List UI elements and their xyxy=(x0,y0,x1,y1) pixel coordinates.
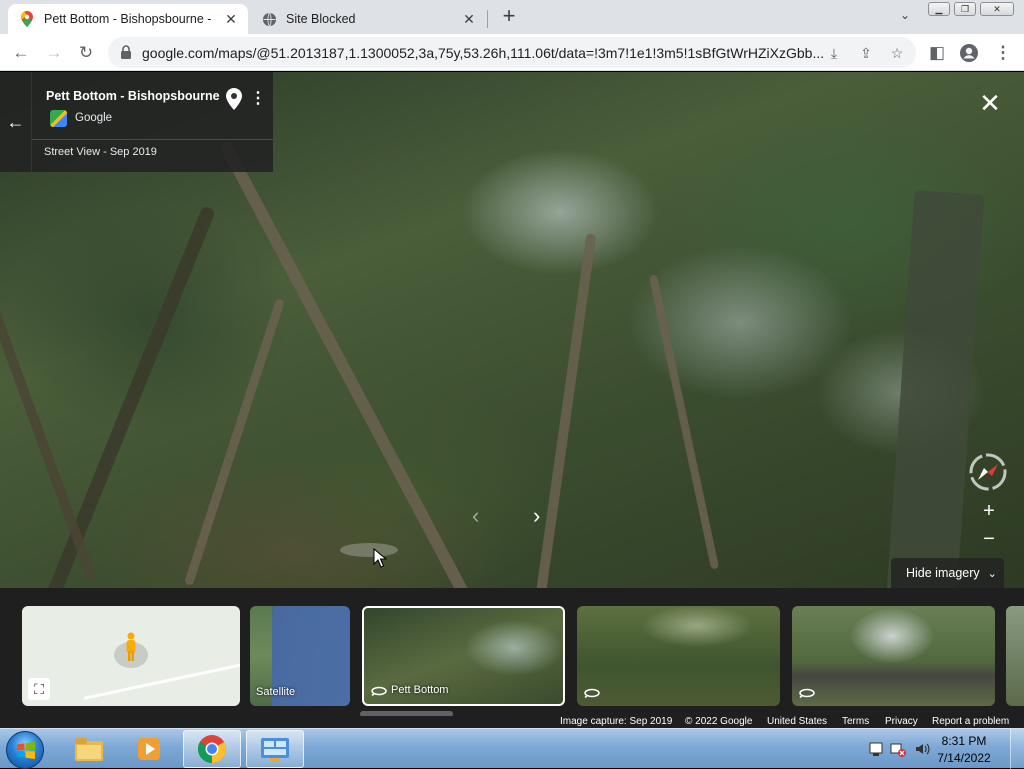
browser-toolbar: ← → ↻ google.com/maps/@51.2013187,1.1300… xyxy=(0,34,1024,71)
tree-branch xyxy=(183,297,286,587)
map-footer: Image capture: Sep 2019 © 2022 Google Un… xyxy=(0,716,1024,728)
ground-cursor-marker xyxy=(340,543,398,557)
browser-tab-strip: Pett Bottom - Bishopsbourne - G ✕ Site B… xyxy=(0,0,1024,34)
image-capture-date: Image capture: Sep 2019 xyxy=(560,716,673,727)
back-arrow-icon[interactable]: ← xyxy=(0,72,32,172)
expand-map-icon[interactable]: ⛶ xyxy=(28,678,50,700)
zoom-out-button[interactable]: − xyxy=(977,528,1001,552)
restore-window-button[interactable]: ❐ xyxy=(954,2,976,16)
panorama-icon xyxy=(584,688,600,698)
pano-thumbnail[interactable] xyxy=(792,606,995,706)
windows-taskbar: 8:31 PM 7/14/2022 xyxy=(0,728,1024,769)
tab-close-icon[interactable]: ✕ xyxy=(460,10,478,28)
lock-icon xyxy=(121,45,131,59)
reload-icon[interactable]: ↻ xyxy=(73,40,99,66)
profile-avatar-icon[interactable] xyxy=(956,40,982,66)
pano-thumbnail[interactable] xyxy=(577,606,780,706)
globe-icon xyxy=(261,11,277,27)
tab-site-blocked[interactable]: Site Blocked ✕ xyxy=(250,4,486,34)
pano-label: Pett Bottom xyxy=(391,684,449,696)
more-options-icon[interactable]: ⋮ xyxy=(250,90,266,110)
pegman-icon xyxy=(126,632,136,661)
chevron-down-icon: ⌄ xyxy=(987,567,997,580)
tree-branch xyxy=(533,233,597,588)
street-view-date[interactable]: Street View - Sep 2019 xyxy=(44,146,157,158)
zoom-in-button[interactable]: + xyxy=(977,500,1001,524)
google-maps-pin-icon xyxy=(19,11,35,27)
bookmark-star-icon[interactable]: ☆ xyxy=(887,43,907,63)
place-info-card: ← Pett Bottom - Bishopsbourne Google ⋮ S… xyxy=(0,72,273,172)
satellite-thumbnail[interactable]: Satellite xyxy=(250,606,350,706)
new-tab-icon[interactable]: + xyxy=(498,5,520,28)
copyright: © 2022 Google xyxy=(685,716,753,727)
current-pano-thumbnail[interactable]: Pett Bottom xyxy=(362,606,565,706)
share-icon[interactable]: ⇪ xyxy=(856,43,876,63)
divider xyxy=(32,139,273,140)
map-pin-icon[interactable] xyxy=(226,88,242,110)
panorama-icon xyxy=(371,686,387,696)
tab-google-maps[interactable]: Pett Bottom - Bishopsbourne - G ✕ xyxy=(8,4,248,34)
navigate-back-chevron-icon[interactable]: ‹ xyxy=(472,505,490,528)
clock-time[interactable]: 8:31 PM xyxy=(934,734,994,748)
windows-logo-icon xyxy=(17,742,35,759)
clock-date[interactable]: 7/14/2022 xyxy=(934,751,994,765)
taskbar-file-explorer[interactable] xyxy=(60,730,118,768)
region-link[interactable]: United States xyxy=(767,716,827,727)
url-text: google.com/maps/@51.2013187,1.1300052,3a… xyxy=(142,45,825,61)
place-title[interactable]: Pett Bottom - Bishopsbourne xyxy=(46,89,220,103)
browser-menu-icon[interactable]: ⋮ xyxy=(990,40,1016,66)
taskbar-control-panel[interactable] xyxy=(246,730,304,768)
tab-title: Site Blocked xyxy=(286,12,356,26)
install-app-icon[interactable]: ⤓ xyxy=(824,43,844,63)
tab-search-chevron-icon[interactable]: ⌄ xyxy=(895,8,915,26)
tab-separator xyxy=(487,10,488,28)
control-panel-icon xyxy=(261,738,289,761)
tree-trunk xyxy=(885,190,985,588)
taskbar-chrome[interactable] xyxy=(183,730,241,768)
tree-branch xyxy=(648,274,720,570)
report-problem-link[interactable]: Report a problem xyxy=(932,716,1009,727)
tab-close-icon[interactable]: ✕ xyxy=(222,10,240,28)
hide-imagery-label: Hide imagery xyxy=(906,566,980,580)
satellite-label: Satellite xyxy=(256,686,296,698)
action-center-icon[interactable] xyxy=(868,741,884,757)
google-logo-icon xyxy=(50,110,67,127)
privacy-link[interactable]: Privacy xyxy=(885,716,918,727)
terms-link[interactable]: Terms xyxy=(842,716,869,727)
imagery-strip: ⛶ Satellite Pett Bottom xyxy=(0,588,1024,728)
imagery-source: Google xyxy=(75,112,113,124)
minimize-window-button[interactable]: ▁ xyxy=(928,2,950,16)
address-bar[interactable]: google.com/maps/@51.2013187,1.1300052,3a… xyxy=(108,37,916,68)
folder-icon xyxy=(75,738,103,761)
show-desktop-button[interactable] xyxy=(1010,729,1024,769)
taskbar-media-player[interactable] xyxy=(120,730,178,768)
media-player-icon xyxy=(138,738,160,760)
chrome-icon xyxy=(198,735,226,763)
pano-thumbnail[interactable] xyxy=(1006,606,1024,706)
side-panel-icon[interactable]: ◧ xyxy=(924,40,950,66)
start-button[interactable] xyxy=(6,731,44,769)
compass-icon[interactable] xyxy=(968,452,1008,492)
network-warning-icon[interactable] xyxy=(890,741,906,757)
mouse-cursor-icon xyxy=(373,548,387,568)
tree-branch xyxy=(38,205,216,588)
volume-icon[interactable] xyxy=(914,741,930,757)
forward-arrow-icon[interactable]: → xyxy=(41,40,67,66)
navigate-forward-chevron-icon[interactable]: › xyxy=(533,505,551,528)
map-road xyxy=(83,655,240,700)
hide-imagery-button[interactable]: Hide imagery ⌄ xyxy=(891,558,1004,588)
close-window-button[interactable]: ✕ xyxy=(980,2,1014,16)
panorama-icon xyxy=(799,688,815,698)
tab-title: Pett Bottom - Bishopsbourne - G xyxy=(44,12,214,26)
close-street-view-icon[interactable]: ✕ xyxy=(976,90,1004,118)
minimap-thumbnail[interactable]: ⛶ xyxy=(22,606,240,706)
back-arrow-icon[interactable]: ← xyxy=(8,40,34,66)
